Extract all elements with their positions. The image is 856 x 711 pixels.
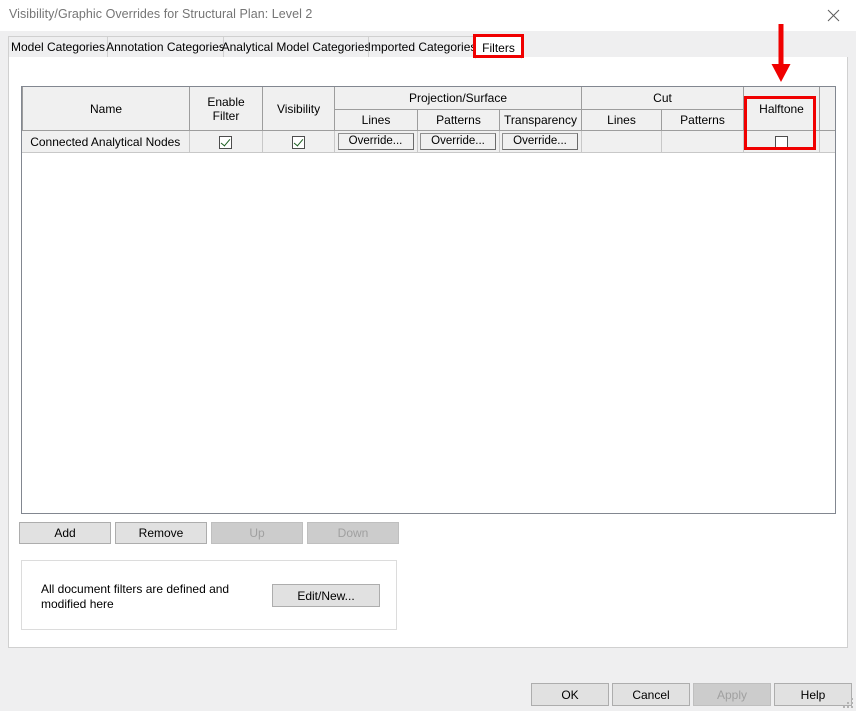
resize-grip[interactable] xyxy=(841,696,853,708)
filters-table-header: Name Enable Filter Visibility Projection/… xyxy=(22,87,835,131)
help-button-label: Help xyxy=(800,687,826,702)
cell-cut-lines-disabled xyxy=(581,131,662,153)
tab-label: Imported Categories xyxy=(367,40,477,54)
down-button-label: Down xyxy=(337,526,369,540)
tab-filters[interactable]: Filters xyxy=(475,36,522,59)
th-spacer xyxy=(819,87,835,131)
ps-transparency-override-button[interactable]: Override... xyxy=(502,133,578,150)
tab-label: Filters xyxy=(482,40,515,55)
tab-imported-categories[interactable]: Imported Categories xyxy=(368,36,476,58)
cell-enable-filter[interactable] xyxy=(189,131,263,153)
cell-ps-transparency[interactable]: Override... xyxy=(499,131,582,153)
th-enable-filter: Enable Filter xyxy=(189,87,263,131)
remove-button[interactable]: Remove xyxy=(115,522,207,544)
add-button[interactable]: Add xyxy=(19,522,111,544)
apply-button-label: Apply xyxy=(716,687,748,702)
th-enable-filter-line1: Enable Filter xyxy=(207,94,245,123)
table-row[interactable]: Connected Analytical Nodes Override... O… xyxy=(22,131,835,153)
th-visibility: Visibility xyxy=(262,87,335,131)
filters-table[interactable]: Name Enable Filter Visibility Projection/… xyxy=(21,86,836,514)
close-icon[interactable] xyxy=(810,0,856,31)
cell-spacer xyxy=(819,131,835,153)
halftone-checkbox[interactable] xyxy=(774,135,788,149)
cell-filter-name[interactable]: Connected Analytical Nodes xyxy=(22,131,190,153)
cancel-button[interactable]: Cancel xyxy=(612,683,690,706)
th-cut-lines: Lines xyxy=(581,109,663,131)
cell-cut-patterns-disabled xyxy=(661,131,744,153)
tab-annotation-categories[interactable]: Annotation Categories xyxy=(106,36,225,58)
ps-lines-override-button[interactable]: Override... xyxy=(337,133,414,150)
tab-model-categories[interactable]: Model Categories xyxy=(8,36,108,58)
th-ps-transparency: Transparency xyxy=(498,109,583,131)
edit-new-button[interactable]: Edit/New... xyxy=(272,584,380,607)
title-bar: Visibility/Graphic Overrides for Structu… xyxy=(0,0,856,31)
th-ps-lines: Lines xyxy=(334,109,418,131)
window-title: Visibility/Graphic Overrides for Structu… xyxy=(9,7,313,21)
tab-strip: Model Categories Annotation Categories A… xyxy=(0,31,856,59)
tab-analytical-model-categories[interactable]: Analytical Model Categories xyxy=(221,36,371,58)
cell-ps-patterns[interactable]: Override... xyxy=(417,131,500,153)
th-cut: Cut xyxy=(581,87,745,110)
cell-ps-lines[interactable]: Override... xyxy=(334,131,418,153)
th-halftone: Halftone xyxy=(743,87,821,131)
ok-button[interactable]: OK xyxy=(531,683,609,706)
tab-label: Analytical Model Categories xyxy=(221,40,371,54)
edit-new-button-label: Edit/New... xyxy=(297,588,355,603)
th-ps-patterns: Patterns xyxy=(417,109,500,131)
cancel-button-label: Cancel xyxy=(632,687,670,702)
filters-table-body: Connected Analytical Nodes Override... O… xyxy=(22,131,835,153)
filters-info-groupbox: All document filters are defined and mod… xyxy=(21,560,397,630)
apply-button[interactable]: Apply xyxy=(693,683,771,706)
th-projection-surface: Projection/Surface xyxy=(333,87,583,110)
tab-label: Model Categories xyxy=(10,40,106,54)
remove-button-label: Remove xyxy=(138,526,184,540)
tab-label: Annotation Categories xyxy=(106,40,225,54)
th-cut-patterns: Patterns xyxy=(661,109,745,131)
up-button-label: Up xyxy=(249,526,265,540)
th-name: Name xyxy=(22,87,190,131)
add-button-label: Add xyxy=(54,526,76,540)
enable-filter-checkbox[interactable] xyxy=(219,135,232,149)
cell-halftone[interactable] xyxy=(743,131,820,153)
down-button[interactable]: Down xyxy=(307,522,399,544)
ps-patterns-override-button[interactable]: Override... xyxy=(420,133,496,150)
ok-button-label: OK xyxy=(561,687,579,702)
filters-info-text: All document filters are defined and mod… xyxy=(41,582,230,611)
up-button[interactable]: Up xyxy=(211,522,303,544)
cell-visibility[interactable] xyxy=(262,131,335,153)
visibility-checkbox[interactable] xyxy=(291,135,305,149)
